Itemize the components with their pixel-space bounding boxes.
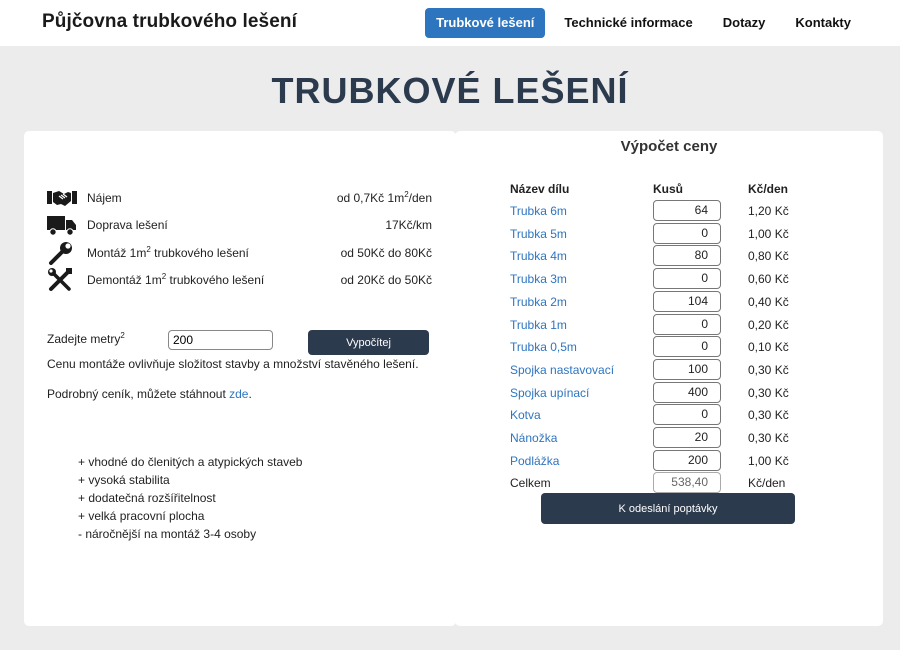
handshake-icon — [47, 186, 79, 210]
quantity-input[interactable]: 64 — [653, 200, 721, 221]
feature-item: + vhodné do členitých a atypických stave… — [78, 455, 303, 469]
feature-item: - náročnější na montáž 3-4 osoby — [78, 527, 257, 541]
part-row: Spojka upínací 400 0,30 Kč — [510, 381, 840, 404]
quantity-input[interactable]: 400 — [653, 381, 721, 403]
area-input[interactable] — [168, 330, 273, 350]
quantity-input[interactable]: 0 — [653, 222, 721, 244]
part-row: Kotva 0 0,30 Kč — [510, 404, 840, 426]
part-row: Podlážka 200 1,00 Kč — [510, 449, 840, 472]
part-name-link[interactable]: Spojka nastavovací — [510, 363, 614, 377]
part-name-link[interactable]: Trubka 4m — [510, 249, 567, 263]
column-header-unit: Kč/den — [748, 182, 789, 196]
calculator-title: Výpočet ceny — [620, 138, 718, 155]
unit-price: 0,30 Kč — [748, 408, 789, 423]
main-nav: Trubkové lešení Technické informace Dota… — [417, 8, 862, 38]
part-name-link[interactable]: Podlážka — [510, 454, 559, 468]
service-price: 17Kč/km — [385, 218, 432, 232]
service-row-montaz: Montáž 1m2 trubkového lešení od 50Kč do … — [47, 241, 432, 265]
part-name-link[interactable]: Trubka 2m — [510, 295, 567, 309]
part-name-link[interactable]: Spojka upínací — [510, 386, 589, 400]
unit-price: 0,20 Kč — [748, 317, 789, 332]
quantity-input[interactable]: 0 — [653, 268, 721, 290]
unit-price: Kč/den — [748, 476, 786, 491]
service-price: od 50Kč do 80Kč — [340, 246, 432, 260]
part-row: Nánožka 20 0,30 Kč — [510, 427, 840, 449]
part-row: Spojka nastavovací 100 0,30 Kč — [510, 358, 840, 381]
unit-price: 1,00 Kč — [748, 453, 789, 468]
nav-trubkove-leseni[interactable]: Trubkové lešení — [425, 8, 546, 38]
unit-price: 0,10 Kč — [748, 340, 789, 355]
services-card: Nájem od 0,7Kč 1m2/den Doprava lešení 17… — [24, 131, 456, 626]
quantity-input[interactable]: 0 — [653, 313, 721, 335]
quantity-input[interactable]: 80 — [653, 245, 721, 267]
site-brand[interactable]: Půjčovna trubkového lešení — [42, 11, 297, 33]
service-price: od 0,7Kč 1m2/den — [336, 190, 432, 206]
unit-price: 0,30 Kč — [748, 385, 789, 400]
part-row: Trubka 6m 64 1,20 Kč — [510, 200, 840, 222]
calculate-button[interactable]: Vypočítej — [308, 330, 429, 355]
service-row-demontaz: Demontáž 1m2 trubkového lešení od 20Kč d… — [47, 268, 432, 292]
quantity-input[interactable]: 0 — [653, 404, 721, 426]
column-header-qty: Kusů — [653, 182, 683, 196]
part-name-link[interactable]: Nánožka — [510, 431, 557, 445]
area-label: Zadejte metry2 — [47, 331, 125, 347]
service-price: od 20Kč do 50Kč — [340, 273, 432, 287]
part-row: Trubka 2m 104 0,40 Kč — [510, 290, 840, 313]
features-list: + vhodné do členitých a atypických stave… — [78, 453, 302, 543]
feature-item: + dodatečná rozšířitelnost — [78, 491, 216, 505]
unit-price: 0,60 Kč — [748, 272, 789, 287]
wrench-icon — [47, 241, 79, 265]
truck-icon — [47, 213, 79, 237]
tools-icon — [47, 268, 79, 292]
part-row: Trubka 3m 0 0,60 Kč — [510, 268, 840, 290]
pricelist-download-link[interactable]: zde — [229, 387, 248, 401]
price-note: Cenu montáže ovlivňuje složitost stavby … — [47, 357, 419, 371]
service-row-doprava: Doprava lešení 17Kč/km — [47, 213, 432, 237]
service-name: Demontáž 1m2 trubkového lešení — [87, 272, 265, 288]
unit-price: 0,40 Kč — [748, 294, 789, 309]
part-name-link[interactable]: Trubka 5m — [510, 227, 567, 241]
part-name-link[interactable]: Trubka 0,5m — [510, 340, 577, 354]
quantity-input[interactable]: 200 — [653, 449, 721, 471]
service-name: Nájem — [87, 191, 122, 205]
unit-price: 0,30 Kč — [748, 431, 789, 445]
service-row-najem: Nájem od 0,7Kč 1m2/den — [47, 186, 432, 210]
feature-item: + vysoká stabilita — [78, 473, 170, 487]
feature-item: + velká pracovní plocha — [78, 509, 205, 523]
page-title: TRUBKOVÉ LEŠENÍ — [271, 70, 629, 111]
column-header-name: Název dílu — [510, 182, 570, 196]
price-calculator-card: Výpočet ceny Název dílu Kusů Kč/den Trub… — [455, 131, 883, 626]
part-row: Trubka 0,5m 0 0,10 Kč — [510, 336, 840, 358]
top-navbar: Půjčovna trubkového lešení Trubkové leše… — [0, 0, 900, 46]
nav-technicke-informace[interactable]: Technické informace — [553, 8, 703, 38]
service-name: Doprava lešení — [87, 218, 168, 232]
part-row: Trubka 5m 0 1,00 Kč — [510, 222, 840, 245]
unit-price: 0,30 Kč — [748, 362, 789, 377]
pricelist-note: Podrobný ceník, můžete stáhnout zde. — [47, 387, 252, 401]
unit-price: 1,20 Kč — [748, 204, 789, 218]
part-row: Trubka 4m 80 0,80 Kč — [510, 245, 840, 267]
quantity-input[interactable]: 0 — [653, 336, 721, 358]
quantity-input[interactable]: 100 — [653, 358, 721, 380]
total-row: Celkem 538,40 Kč/den — [510, 472, 840, 494]
unit-price: 0,80 Kč — [748, 249, 789, 264]
part-name-link[interactable]: Trubka 1m — [510, 318, 567, 332]
unit-price: 1,00 Kč — [748, 226, 789, 241]
submit-inquiry-button[interactable]: K odeslání poptávky — [541, 493, 795, 524]
part-name-link[interactable]: Trubka 3m — [510, 272, 567, 286]
total-label: Celkem — [510, 476, 551, 491]
part-row: Trubka 1m 0 0,20 Kč — [510, 313, 840, 336]
quantity-input[interactable]: 20 — [653, 427, 721, 448]
nav-kontakty[interactable]: Kontakty — [784, 8, 862, 38]
part-name-link[interactable]: Trubka 6m — [510, 204, 567, 218]
service-name: Montáž 1m2 trubkového lešení — [87, 245, 249, 261]
quantity-input[interactable]: 104 — [653, 290, 721, 312]
nav-dotazy[interactable]: Dotazy — [712, 8, 777, 38]
total-price-field: 538,40 — [653, 472, 721, 494]
part-name-link[interactable]: Kotva — [510, 408, 541, 422]
